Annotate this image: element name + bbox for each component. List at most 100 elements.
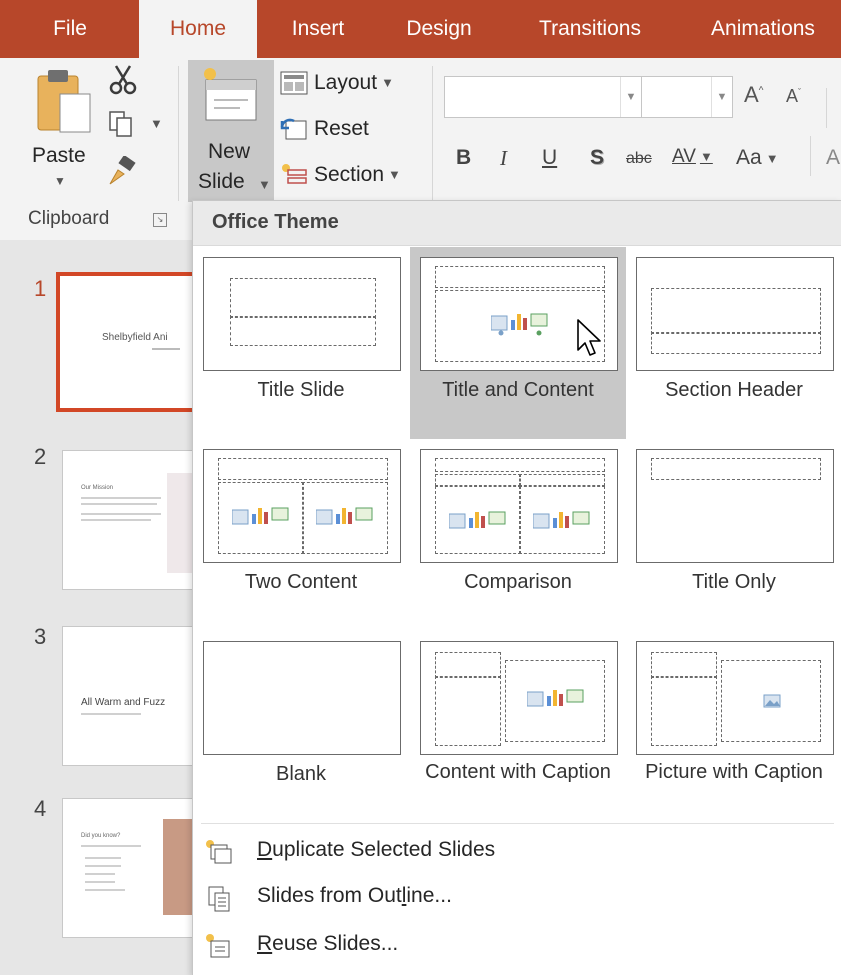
font-name-dropdown-icon[interactable]: ▼: [620, 77, 641, 117]
bold-button[interactable]: B: [456, 146, 471, 170]
layout-label: Picture with Caption: [645, 761, 823, 783]
layout-preview: [203, 641, 401, 755]
slide-number: 3: [34, 624, 47, 649]
paste-button[interactable]: Paste ▼: [22, 66, 102, 216]
decrease-font-size-icon[interactable]: Aˇ: [786, 86, 801, 107]
reuse-slides-item[interactable]: Reuse Slides...: [193, 923, 841, 967]
slides-from-outline-label: Slides from Outline...: [257, 884, 452, 907]
tab-design[interactable]: Design: [384, 0, 494, 58]
reuse-slides-label: Reuse Slides...: [257, 932, 399, 955]
underline-button[interactable]: U: [542, 146, 557, 170]
layout-icon: [280, 71, 308, 95]
copy-button[interactable]: ▼: [108, 110, 163, 143]
clipboard-icon: [37, 70, 91, 133]
tab-file[interactable]: File: [20, 0, 120, 58]
new-slide-label-1: New: [208, 140, 251, 163]
duplicate-selected-slides-item[interactable]: Duplicate Selected Slides: [193, 829, 841, 873]
reuse-slides-icon: [206, 934, 230, 958]
layout-button[interactable]: Layout ▼: [280, 66, 394, 100]
font-color-icon[interactable]: A: [826, 146, 840, 170]
change-case-label: Aa: [736, 146, 762, 169]
character-spacing-label: AV: [672, 146, 696, 167]
layout-preview: [203, 449, 401, 563]
cut-icon[interactable]: [108, 64, 138, 96]
format-painter-icon[interactable]: [106, 156, 138, 188]
layout-picture-with-caption[interactable]: Picture with Caption: [626, 631, 841, 823]
dialog-launcher-icon[interactable]: ↘: [153, 213, 167, 227]
font-size-dropdown-icon[interactable]: ▼: [711, 77, 732, 117]
mouse-pointer-icon: [577, 319, 601, 356]
strikethrough-button[interactable]: abc: [626, 150, 652, 168]
increase-font-size-icon[interactable]: A^: [744, 82, 763, 108]
reset-label: Reset: [314, 117, 369, 140]
tab-animations[interactable]: Animations: [688, 0, 838, 58]
layout-label: Blank: [275, 763, 327, 785]
layout-label: Content with Caption: [425, 761, 611, 783]
slide-thumbnail-title: Our Mission: [81, 485, 114, 491]
character-spacing-button[interactable]: AV ▼: [672, 146, 713, 168]
content-placeholder-icon: [491, 313, 548, 336]
layout-preview: [203, 257, 401, 371]
layout-label: Title and Content: [442, 379, 594, 401]
section-label: Section: [314, 163, 385, 186]
layout-preview: [636, 257, 834, 371]
layout-title-only[interactable]: Title Only: [626, 439, 841, 631]
font-size-combo[interactable]: ▼: [641, 76, 733, 118]
layout-label: Layout: [314, 71, 378, 94]
paste-label: Paste: [32, 144, 86, 167]
slides-from-outline-item[interactable]: Slides from Outline...: [193, 875, 841, 919]
layout-title-slide[interactable]: Title Slide: [193, 247, 409, 439]
italic-button[interactable]: I: [500, 146, 507, 171]
layout-label: Comparison: [464, 571, 572, 593]
layout-comparison[interactable]: Comparison: [410, 439, 626, 631]
new-slide-button[interactable]: New Slide ▼: [188, 60, 274, 202]
duplicate-slides-icon: [206, 840, 232, 864]
slide-thumbnail-title: Shelbyfield Ani: [102, 332, 168, 343]
layout-label: Title Slide: [257, 379, 345, 401]
content-placeholder-icon: [316, 507, 373, 525]
tab-home[interactable]: Home: [139, 0, 257, 60]
section-button[interactable]: Section ▼: [280, 158, 401, 192]
content-placeholder-icon: [527, 689, 584, 707]
new-slide-label-2: Slide: [198, 170, 245, 193]
section-icon: [282, 164, 307, 185]
content-placeholder-icon: [533, 511, 590, 529]
menu-header: Office Theme: [193, 201, 841, 246]
content-placeholder-icon: [449, 511, 506, 529]
slide-number: 4: [34, 796, 47, 821]
tab-insert[interactable]: Insert: [268, 0, 368, 58]
duplicate-selected-slides-label: Duplicate Selected Slides: [257, 838, 496, 861]
layout-preview: [420, 449, 618, 563]
slide-number: 2: [34, 444, 47, 469]
layout-preview: [636, 641, 834, 755]
layout-section-header[interactable]: Section Header: [626, 247, 841, 439]
layout-label: Two Content: [244, 571, 358, 593]
shadow-button[interactable]: S: [590, 146, 604, 170]
copy-icon: [109, 111, 132, 137]
reset-button[interactable]: Reset: [280, 112, 369, 146]
layout-label: Section Header: [665, 379, 803, 401]
font-name-combo[interactable]: ▼: [444, 76, 642, 118]
layout-blank[interactable]: Blank: [193, 631, 409, 823]
paste-dropdown-caret[interactable]: ▼: [54, 174, 66, 188]
slide-thumbnail-pane: 1 Shelbyfield Ani 2 Our Mission 3 All Wa…: [0, 240, 224, 974]
office-theme-heading: Office Theme: [212, 211, 339, 233]
layout-label: Title Only: [692, 571, 776, 593]
change-case-button[interactable]: Aa ▼: [736, 146, 779, 170]
clipboard-group-label: Clipboard: [28, 208, 110, 229]
ribbon-tab-bar: File Home Insert Design Transitions Anim…: [0, 0, 841, 60]
new-slide-dropdown: Office Theme Title Slide Title and Conte…: [192, 200, 841, 975]
slide-thumbnail-title: Did you know?: [81, 833, 121, 839]
layout-preview: [636, 449, 834, 563]
slides-from-outline-icon: [208, 886, 230, 912]
layout-preview: [420, 641, 618, 755]
slide-number: 1: [34, 276, 47, 301]
new-slide-icon: [204, 68, 257, 121]
tab-transitions[interactable]: Transitions: [512, 0, 668, 58]
reset-icon: [280, 119, 307, 140]
layout-two-content[interactable]: Two Content: [193, 439, 409, 631]
slide-thumbnail-title: All Warm and Fuzz: [81, 697, 166, 708]
content-placeholder-icon: [232, 507, 289, 525]
picture-placeholder-icon: [763, 694, 781, 708]
layout-content-with-caption[interactable]: Content with Caption: [410, 631, 626, 823]
